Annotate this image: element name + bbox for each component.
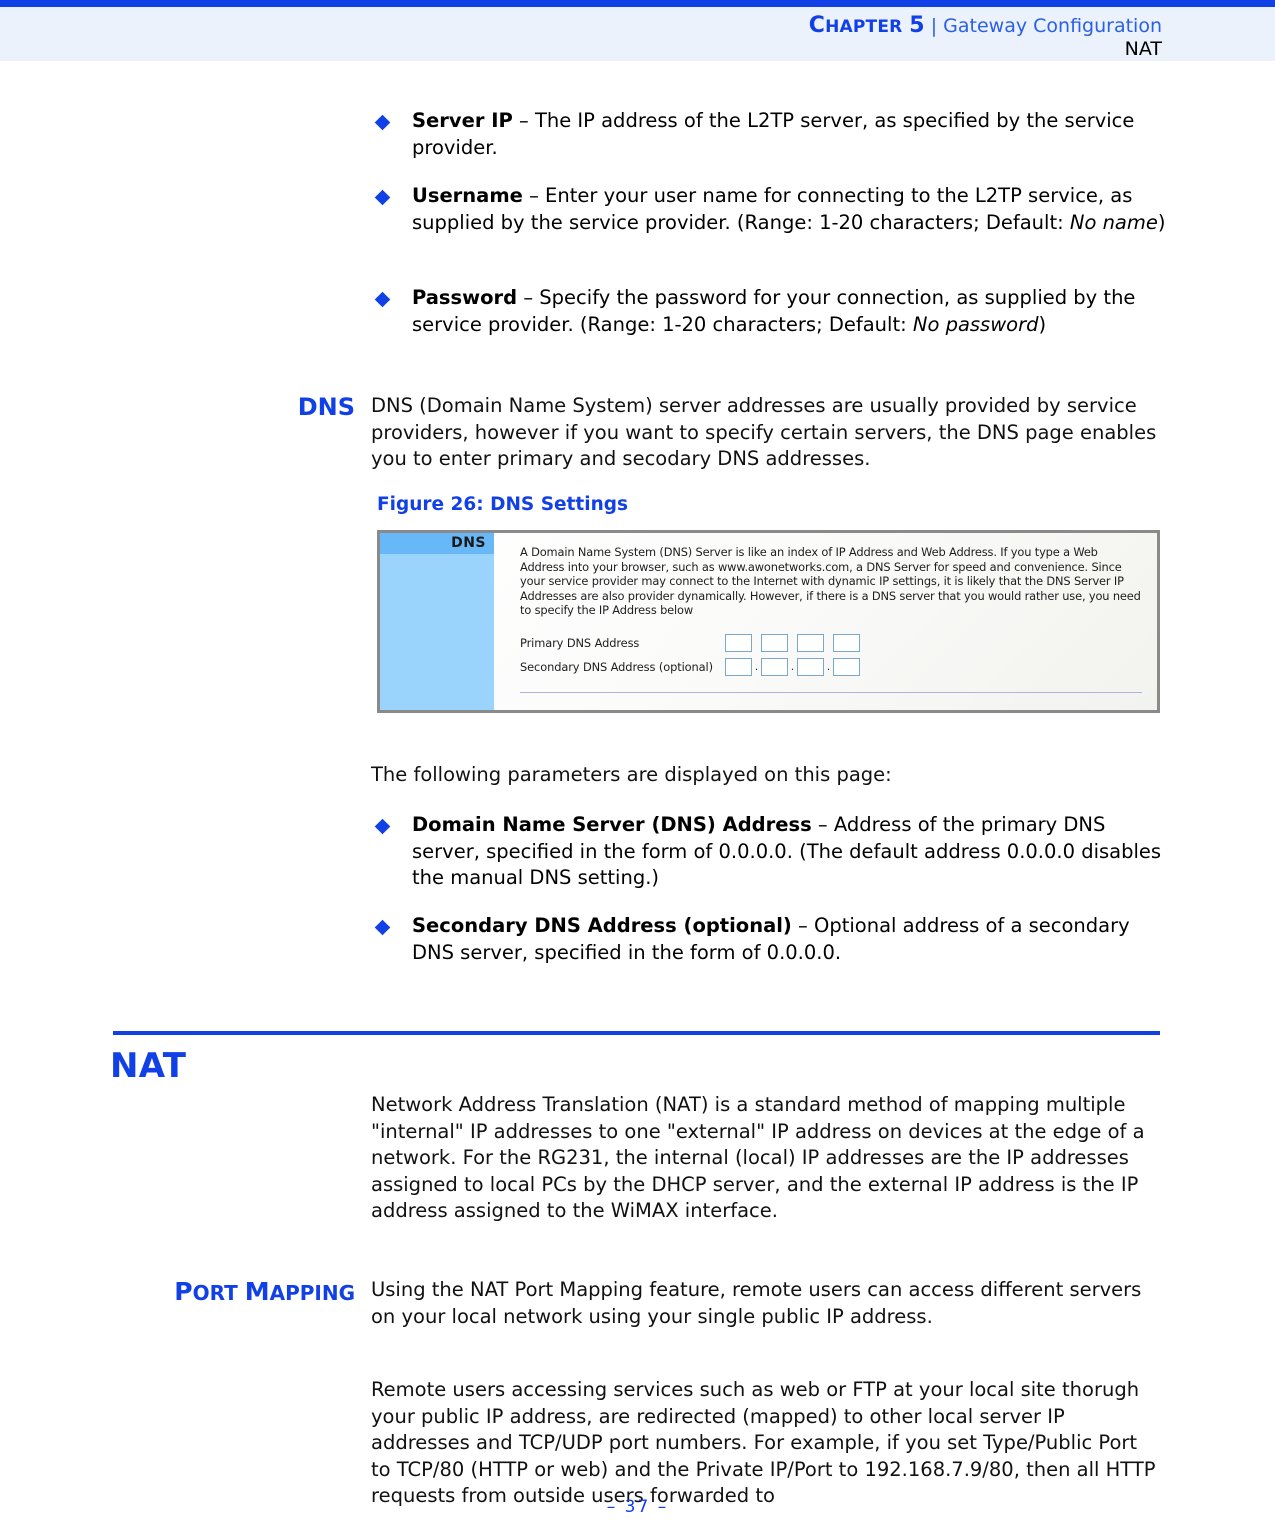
dns-intro-paragraph: DNS (Domain Name System) server addresse… (371, 393, 1161, 473)
port-mapping-ort: ORT (192, 1281, 245, 1305)
figure-secondary-dns-octets: . . . (725, 657, 860, 676)
list-item-dash: – (791, 914, 814, 937)
figure-nav-title: DNS (380, 533, 494, 554)
list-item-dash: – (512, 109, 535, 132)
page-number-footer: – 37 – (606, 1497, 669, 1517)
port-mapping-paragraph-1: Using the NAT Port Mapping feature, remo… (371, 1277, 1161, 1330)
port-mapping-text-1: Using the NAT Port Mapping feature, remo… (371, 1278, 1142, 1328)
parameters-lead-paragraph: The following parameters are displayed o… (371, 762, 1161, 789)
list-item: Secondary DNS Address (optional) – Optio… (371, 913, 1171, 966)
figure-form-row-primary: Primary DNS Address (520, 631, 1143, 655)
list-item-tail: ) (1038, 312, 1047, 336)
list-item-text: Domain Name Server (DNS) Address – Addre… (371, 812, 1171, 892)
octet-dot-separator: . (754, 659, 759, 673)
octet-input[interactable] (725, 633, 752, 652)
list-item: Password – Specify the password for your… (371, 285, 1171, 338)
octet-input[interactable] (725, 657, 752, 676)
list-item: Username – Enter your user name for conn… (371, 183, 1171, 236)
list-item-term: Password (412, 286, 518, 309)
port-mapping-p: P (174, 1277, 193, 1306)
chapter-label: CHAPTER 5 (808, 13, 925, 38)
list-item-term: Username (412, 184, 523, 207)
port-mapping-paragraph-2: Remote users accessing services such as … (371, 1377, 1161, 1510)
list-item-term: Domain Name Server (DNS) Address (412, 813, 812, 836)
octet-input[interactable] (797, 657, 824, 676)
section-side-heading-dns: DNS (297, 393, 355, 421)
port-mapping-text-2: Remote users accessing services such as … (371, 1378, 1156, 1507)
list-item-text: Username – Enter your user name for conn… (371, 183, 1171, 236)
list-item-italic-default: No name (1069, 210, 1158, 234)
list-item-text: Server IP – The IP address of the L2TP s… (371, 108, 1171, 161)
figure-dns-form: Primary DNS Address Secondary DNS Addres… (520, 631, 1143, 679)
dns-intro-text: DNS (Domain Name System) server addresse… (371, 394, 1157, 470)
page-top-rule (0, 0, 1275, 7)
octet-input[interactable] (797, 633, 824, 652)
running-header-subtopic: NAT (1124, 38, 1162, 60)
list-item-term: Secondary DNS Address (optional) (412, 914, 792, 937)
octet-input[interactable] (833, 657, 860, 676)
figure-form-row-secondary: Secondary DNS Address (optional) . . . (520, 655, 1143, 679)
list-item-dash: – (522, 184, 546, 207)
list-item-text: Secondary DNS Address (optional) – Optio… (371, 913, 1171, 966)
chapter-word-rest: HAPTER (825, 17, 903, 37)
list-item-tail: ) (1157, 210, 1166, 234)
running-header-band: CHAPTER 5 | Gateway Configuration NAT (0, 7, 1275, 61)
octet-input[interactable] (833, 633, 860, 652)
chapter-number: 5 (909, 13, 925, 38)
figure-divider (520, 692, 1142, 693)
figure-caption: Figure 26: DNS Settings (377, 494, 629, 515)
list-item-text: Password – Specify the password for your… (371, 285, 1171, 338)
section-side-heading-port-mapping: PORT MAPPING (107, 1277, 355, 1306)
section-title-nat: NAT (110, 1046, 187, 1086)
octet-dot-separator: . (826, 659, 831, 673)
figure-main-panel: A Domain Name System (DNS) Server is lik… (494, 533, 1157, 710)
octet-input[interactable] (761, 633, 788, 652)
figure-left-nav-panel: DNS (380, 533, 494, 710)
list-item-dash: – (517, 286, 540, 309)
list-item: Server IP – The IP address of the L2TP s… (371, 108, 1171, 161)
figure-field-label-primary: Primary DNS Address (520, 635, 640, 650)
figure-field-label-secondary: Secondary DNS Address (optional) (520, 659, 713, 674)
figure-primary-dns-octets (725, 633, 860, 652)
parameters-lead-text: The following parameters are displayed o… (371, 763, 892, 786)
running-header-chapter-line: CHAPTER 5 | Gateway Configuration (809, 15, 1162, 38)
port-mapping-m: M (244, 1277, 270, 1306)
list-item-italic-default: No password (912, 312, 1039, 336)
list-item-dash: – (811, 813, 834, 836)
octet-dot-separator: . (790, 659, 795, 673)
figure-dns-settings: DNS A Domain Name System (DNS) Server is… (377, 530, 1160, 713)
port-mapping-apping: APPING (269, 1281, 355, 1305)
nat-intro-text: Network Address Translation (NAT) is a s… (371, 1093, 1145, 1222)
header-separator: | (930, 15, 938, 37)
nat-intro-paragraph: Network Address Translation (NAT) is a s… (371, 1092, 1161, 1225)
section-divider-rule (113, 1031, 1160, 1035)
octet-input[interactable] (761, 657, 788, 676)
header-topic: Gateway Configuration (943, 15, 1162, 37)
list-item-term: Server IP (412, 109, 513, 132)
chapter-word-first-letter: C (808, 13, 826, 38)
list-item: Domain Name Server (DNS) Address – Addre… (371, 812, 1171, 892)
figure-description-text: A Domain Name System (DNS) Server is lik… (520, 545, 1141, 618)
